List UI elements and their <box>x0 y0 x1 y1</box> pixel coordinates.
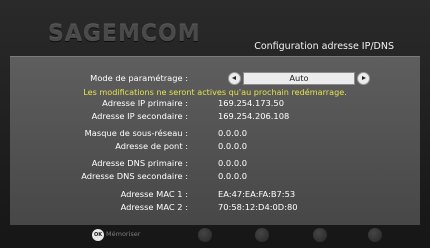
remote-button-yellow-icon <box>313 228 327 242</box>
field-row-mac-2: Adresse MAC 2 : 70:58:12:D4:0D:80 <box>10 201 420 213</box>
field-value: 0.0.0.0 <box>218 141 248 151</box>
field-label: Adresse IP secondaire : <box>91 111 188 121</box>
field-row-ip-secondary: Adresse IP secondaire : 169.254.206.108 <box>10 110 420 122</box>
field-label: Masque de sous-réseau : <box>84 128 188 138</box>
mode-label: Mode de paramétrage : <box>90 73 188 83</box>
settings-panel: Mode de paramétrage : Auto Les modificat… <box>10 56 420 225</box>
field-value: 70:58:12:D4:0D:80 <box>218 202 298 212</box>
field-label: Adresse de pont : <box>115 141 188 151</box>
field-row-dns-primary: Adresse DNS primaire : 0.0.0.0 <box>10 157 420 169</box>
field-value: 0.0.0.0 <box>218 171 248 181</box>
field-value: EA:47:EA:FA:B7:53 <box>218 189 296 199</box>
field-row-dns-secondary: Adresse DNS secondaire : 0.0.0.0 <box>10 170 420 182</box>
previous-arrow-icon[interactable] <box>228 72 241 85</box>
ok-button-icon[interactable]: OK <box>92 229 104 241</box>
sagemcom-logo: SAGEMCOM <box>48 22 201 47</box>
screen: SAGEMCOM Configuration adresse IP/DNS Mo… <box>0 0 430 248</box>
field-row-gateway: Adresse de pont : 0.0.0.0 <box>10 140 420 152</box>
remote-button-green-icon <box>255 228 269 242</box>
next-arrow-icon[interactable] <box>357 72 370 85</box>
field-label: Adresse MAC 2 : <box>120 202 188 212</box>
field-label: Adresse IP primaire : <box>102 98 188 108</box>
field-label: Adresse DNS primaire : <box>91 158 188 168</box>
remote-button-blue-icon <box>368 228 382 242</box>
field-value: 0.0.0.0 <box>218 128 248 138</box>
field-row-mac-1: Adresse MAC 1 : EA:47:EA:FA:B7:53 <box>10 188 420 200</box>
page-title: Configuration adresse IP/DNS <box>254 41 394 52</box>
header: SAGEMCOM Configuration adresse IP/DNS <box>0 0 430 60</box>
field-row-ip-primary: Adresse IP primaire : 169.254.173.50 <box>10 97 420 109</box>
field-label: Adresse DNS secondaire : <box>81 171 188 181</box>
footer-bar: OK Mémoriser <box>0 224 430 248</box>
restart-notice: Les modifications ne seront actives qu'a… <box>83 87 347 97</box>
remote-button-red-icon <box>198 228 212 242</box>
field-value: 169.254.173.50 <box>218 98 284 108</box>
field-row-subnet-mask: Masque de sous-réseau : 0.0.0.0 <box>10 127 420 139</box>
field-value: 169.254.206.108 <box>218 111 290 121</box>
save-label: Mémoriser <box>106 230 141 238</box>
field-label: Adresse MAC 1 : <box>120 189 188 199</box>
field-value: 0.0.0.0 <box>218 158 248 168</box>
mode-value[interactable]: Auto <box>243 72 355 85</box>
